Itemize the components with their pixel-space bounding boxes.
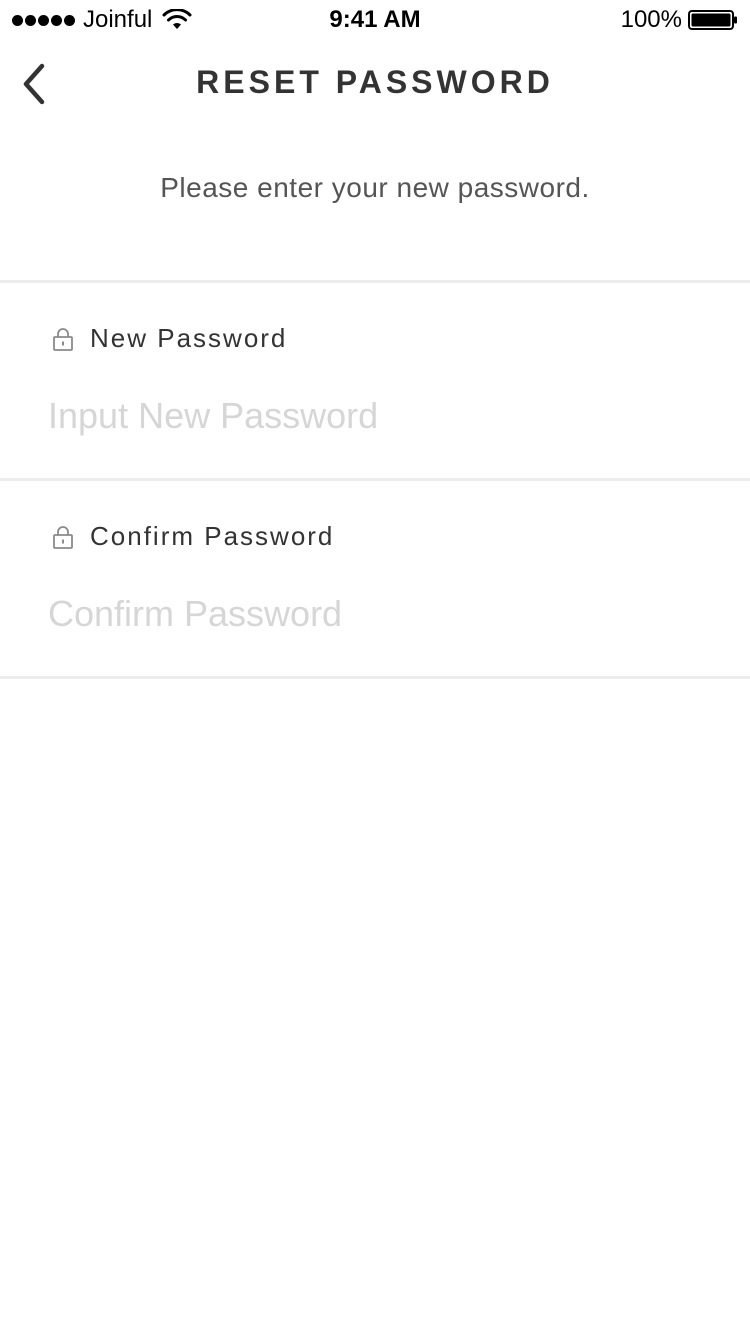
status-right: 100%: [621, 6, 738, 34]
battery-percent: 100%: [620, 6, 682, 33]
battery-full-icon: [688, 10, 737, 30]
nav-header: RESET PASSWORD: [0, 40, 750, 128]
confirm-password-label-row: Confirm Password: [52, 521, 334, 552]
new-password-label: New Password: [90, 323, 288, 353]
new-password-section: New Password: [0, 283, 750, 479]
confirm-password-label: Confirm Password: [90, 521, 335, 551]
lock-icon: [53, 327, 73, 351]
status-bar: Joinful 9:41 AM 100%: [0, 0, 750, 40]
page-title: RESET PASSWORD: [196, 64, 554, 100]
new-password-label-row: New Password: [52, 323, 287, 354]
lock-icon: [53, 525, 73, 549]
instruction-text: Please enter your new password.: [160, 172, 590, 203]
confirm-password-section: Confirm Password: [0, 481, 750, 677]
divider: [0, 676, 750, 679]
confirm-password-input[interactable]: [48, 589, 698, 639]
new-password-input[interactable]: [48, 391, 698, 441]
